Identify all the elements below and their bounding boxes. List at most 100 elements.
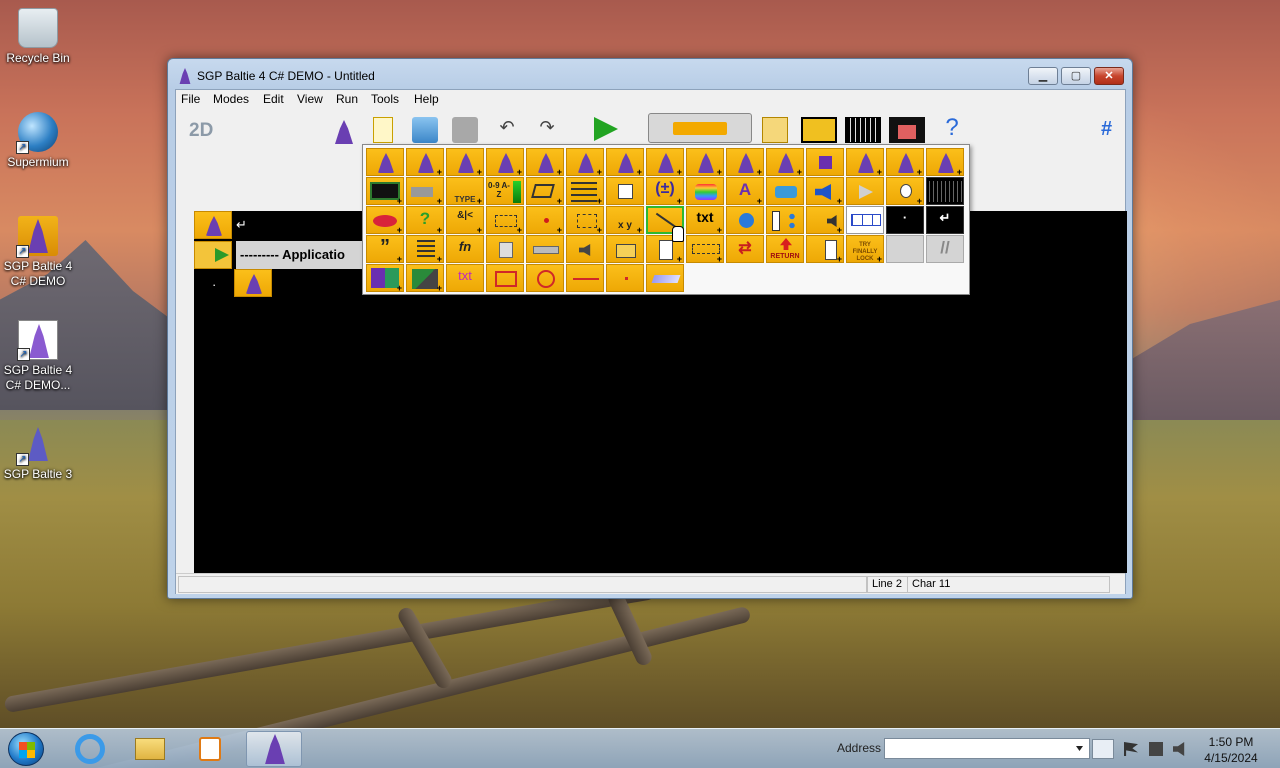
palette-block[interactable] (486, 235, 524, 263)
program-start-element[interactable] (194, 241, 232, 269)
mode-2d-label[interactable]: 2D (189, 120, 213, 142)
palette-dot[interactable] (606, 264, 644, 292)
palette-ask-value[interactable]: + (486, 206, 524, 234)
menu-view[interactable]: View (297, 92, 323, 106)
palette-coordinates[interactable]: x y + (606, 206, 644, 234)
new-file-icon[interactable] (373, 117, 393, 143)
scene-icon[interactable] (801, 117, 837, 143)
wizard-mode-icon[interactable] (331, 117, 357, 144)
palette-grid[interactable] (926, 177, 964, 205)
help-icon[interactable]: ? (939, 116, 965, 143)
palette-sound-table[interactable]: + (806, 206, 844, 234)
undo-icon[interactable]: ↶ (494, 117, 520, 143)
taskbar-media[interactable] (182, 731, 238, 767)
palette-rectangle[interactable] (486, 264, 524, 292)
desktop-icon-baltie3[interactable]: ↗ SGP Baltie 3 (0, 424, 76, 482)
program-wizard-element[interactable] (194, 211, 232, 239)
palette-brush[interactable]: + (406, 264, 444, 292)
desktop-icon-recycle-bin[interactable]: Recycle Bin (0, 8, 76, 66)
palette-wizard-timer[interactable]: + (886, 148, 924, 176)
taskbar-explorer[interactable] (122, 731, 178, 767)
palette-sound-off[interactable] (566, 235, 604, 263)
palette-function[interactable]: fn (446, 235, 484, 263)
palette-empty[interactable] (886, 235, 924, 263)
palette-newline[interactable]: ↵ (926, 206, 964, 234)
palette-swap[interactable]: ⇄ (726, 235, 764, 263)
palette-wizard-turn-left[interactable]: + (446, 148, 484, 176)
palette-dice[interactable] (606, 177, 644, 205)
palette-comment[interactable]: // (926, 235, 964, 263)
palette-expression[interactable]: (±) + (646, 177, 684, 205)
menu-modes[interactable]: Modes (213, 92, 249, 106)
palette-variable[interactable] (766, 206, 804, 234)
palette-printer[interactable] (766, 177, 804, 205)
clock[interactable]: 1:50 PM 4/15/2024 (1196, 734, 1266, 766)
palette-wizard-speed[interactable]: + (686, 148, 724, 176)
desktop-icon-supermium[interactable]: ↗ Supermium (0, 112, 76, 170)
palette-font[interactable]: A + (726, 177, 764, 205)
palette-array[interactable] (846, 206, 884, 234)
palette-wizard-erase[interactable]: + (606, 148, 644, 176)
menu-edit[interactable]: Edit (263, 92, 284, 106)
palette-text[interactable]: txt + (686, 206, 724, 234)
open-file-icon[interactable] (412, 117, 438, 143)
menu-help[interactable]: Help (414, 92, 439, 106)
palette-wizard-hide[interactable]: + (646, 148, 684, 176)
palette-line[interactable] (566, 264, 604, 292)
palette-exit[interactable]: + (806, 235, 844, 263)
palette-wizard-step[interactable] (366, 148, 404, 176)
palette-wizard-objects[interactable]: + (926, 148, 964, 176)
grid-toggle-label[interactable]: # (1101, 118, 1112, 141)
palette-logic-ops[interactable]: &|< + (446, 206, 484, 234)
palette-transfer[interactable]: + (686, 235, 724, 263)
palette-connector[interactable] (526, 235, 564, 263)
palette-wizard-message[interactable]: + (846, 148, 884, 176)
refresh-icon[interactable] (1092, 739, 1114, 759)
palette-wizard-forward[interactable]: + (406, 148, 444, 176)
palette-dot-space[interactable]: · (886, 206, 924, 234)
palette-wizard-turn-right[interactable]: + (486, 148, 524, 176)
palette-stopwatch[interactable]: + (886, 177, 924, 205)
close-button[interactable]: ✕ (1094, 67, 1124, 85)
grid-icon[interactable] (845, 117, 881, 143)
palette-text-draw[interactable]: txt (446, 264, 484, 292)
menu-file[interactable]: File (181, 92, 200, 106)
print-icon[interactable] (452, 117, 478, 143)
volume-muted-icon[interactable] (1173, 742, 1185, 756)
palette-timer[interactable] (726, 206, 764, 234)
redo-icon[interactable]: ↷ (534, 117, 560, 143)
maximize-button[interactable]: ▢ (1061, 67, 1091, 85)
menu-tools[interactable]: Tools (371, 92, 399, 106)
palette-sound[interactable]: + (806, 177, 844, 205)
palette-square-object[interactable] (806, 148, 844, 176)
desktop-icon-baltie4[interactable]: ↗ SGP Baltie 4 C# DEMO (0, 216, 76, 289)
palette-circle[interactable] (526, 264, 564, 292)
network-icon[interactable] (1149, 742, 1163, 756)
palette-shape-stack[interactable]: + (566, 177, 604, 205)
palette-wizard-jump[interactable]: + (526, 148, 564, 176)
palette-quote[interactable]: ” + (366, 235, 404, 263)
palette-try-finally[interactable]: TRY FINALLY LOCK + (846, 235, 884, 263)
minimize-button[interactable]: ▁ (1028, 67, 1058, 85)
palette-screen[interactable]: + (366, 177, 404, 205)
palette-folder[interactable] (606, 235, 644, 263)
palette-wizard-magic[interactable]: + (566, 148, 604, 176)
palette-char-az[interactable]: 0-9 A-Z (486, 177, 524, 205)
palette-wizard-run[interactable]: + (766, 148, 804, 176)
palette-rainbow[interactable] (686, 177, 724, 205)
title-bar[interactable]: SGP Baltie 4 C# DEMO - Untitled ▁ ▢ ✕ (168, 59, 1132, 91)
palette-lips[interactable]: + (366, 206, 404, 234)
address-input[interactable] (884, 738, 1090, 759)
clipboard-icon[interactable] (762, 117, 788, 143)
house-icon[interactable] (889, 117, 925, 143)
menu-run[interactable]: Run (336, 92, 358, 106)
palette-point[interactable]: + (526, 206, 564, 234)
desktop-icon-baltie4-doc[interactable]: ↗ SGP Baltie 4 C# DEMO... (0, 320, 76, 393)
palette-question[interactable]: ? + (406, 206, 444, 234)
palette-return[interactable]: RETURN (766, 235, 804, 263)
palette-wizard-say[interactable]: + (726, 148, 764, 176)
flag-icon[interactable] (1124, 742, 1138, 756)
taskbar-baltie[interactable] (246, 731, 302, 767)
program-wizard-element[interactable] (234, 269, 272, 297)
palette-eraser[interactable] (646, 264, 684, 292)
